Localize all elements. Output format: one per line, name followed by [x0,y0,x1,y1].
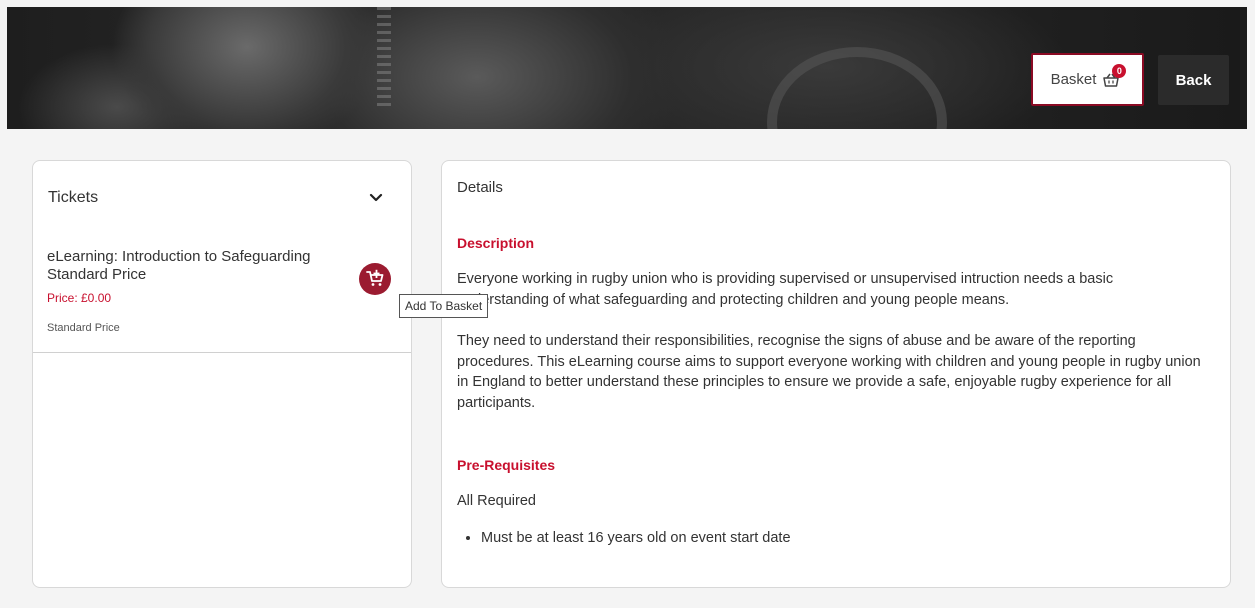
hero-decoration [377,7,391,107]
back-button[interactable]: Back [1158,55,1229,105]
tickets-panel: Tickets eLearning: Introduction to Safeg… [32,160,412,588]
prerequisites-heading: Pre-Requisites [457,457,556,473]
basket-count-badge: 0 [1112,63,1127,78]
prerequisites-intro: All Required [457,493,536,509]
ticket-item: eLearning: Introduction to Safeguarding … [33,231,411,353]
prerequisites-list: Must be at least 16 years old on event s… [457,528,791,548]
list-item: Must be at least 16 years old on event s… [481,528,791,548]
add-to-basket-tooltip: Add To Basket [399,294,489,318]
description-paragraph: They need to understand their responsibi… [457,333,1201,411]
tickets-title: Tickets [48,189,99,206]
chevron-down-icon[interactable] [369,193,383,203]
basket-button[interactable]: Basket 0 [1031,53,1144,106]
basket-icon: 0 [1102,63,1127,89]
tickets-header[interactable]: Tickets [48,189,383,207]
cart-add-icon [366,269,384,286]
ticket-type: Standard Price [47,322,120,334]
hero-decoration [767,47,947,129]
ticket-name: eLearning: Introduction to Safeguarding … [47,248,311,283]
description-heading: Description [457,235,535,251]
description-paragraph: Everyone working in rugby union who is p… [457,271,1114,308]
basket-label: Basket [1050,71,1097,88]
details-panel: Details Description Everyone working in … [441,160,1231,588]
details-title: Details [457,179,503,196]
add-to-basket-button[interactable] [359,263,391,295]
ticket-price: Price: £0.00 [47,291,112,305]
